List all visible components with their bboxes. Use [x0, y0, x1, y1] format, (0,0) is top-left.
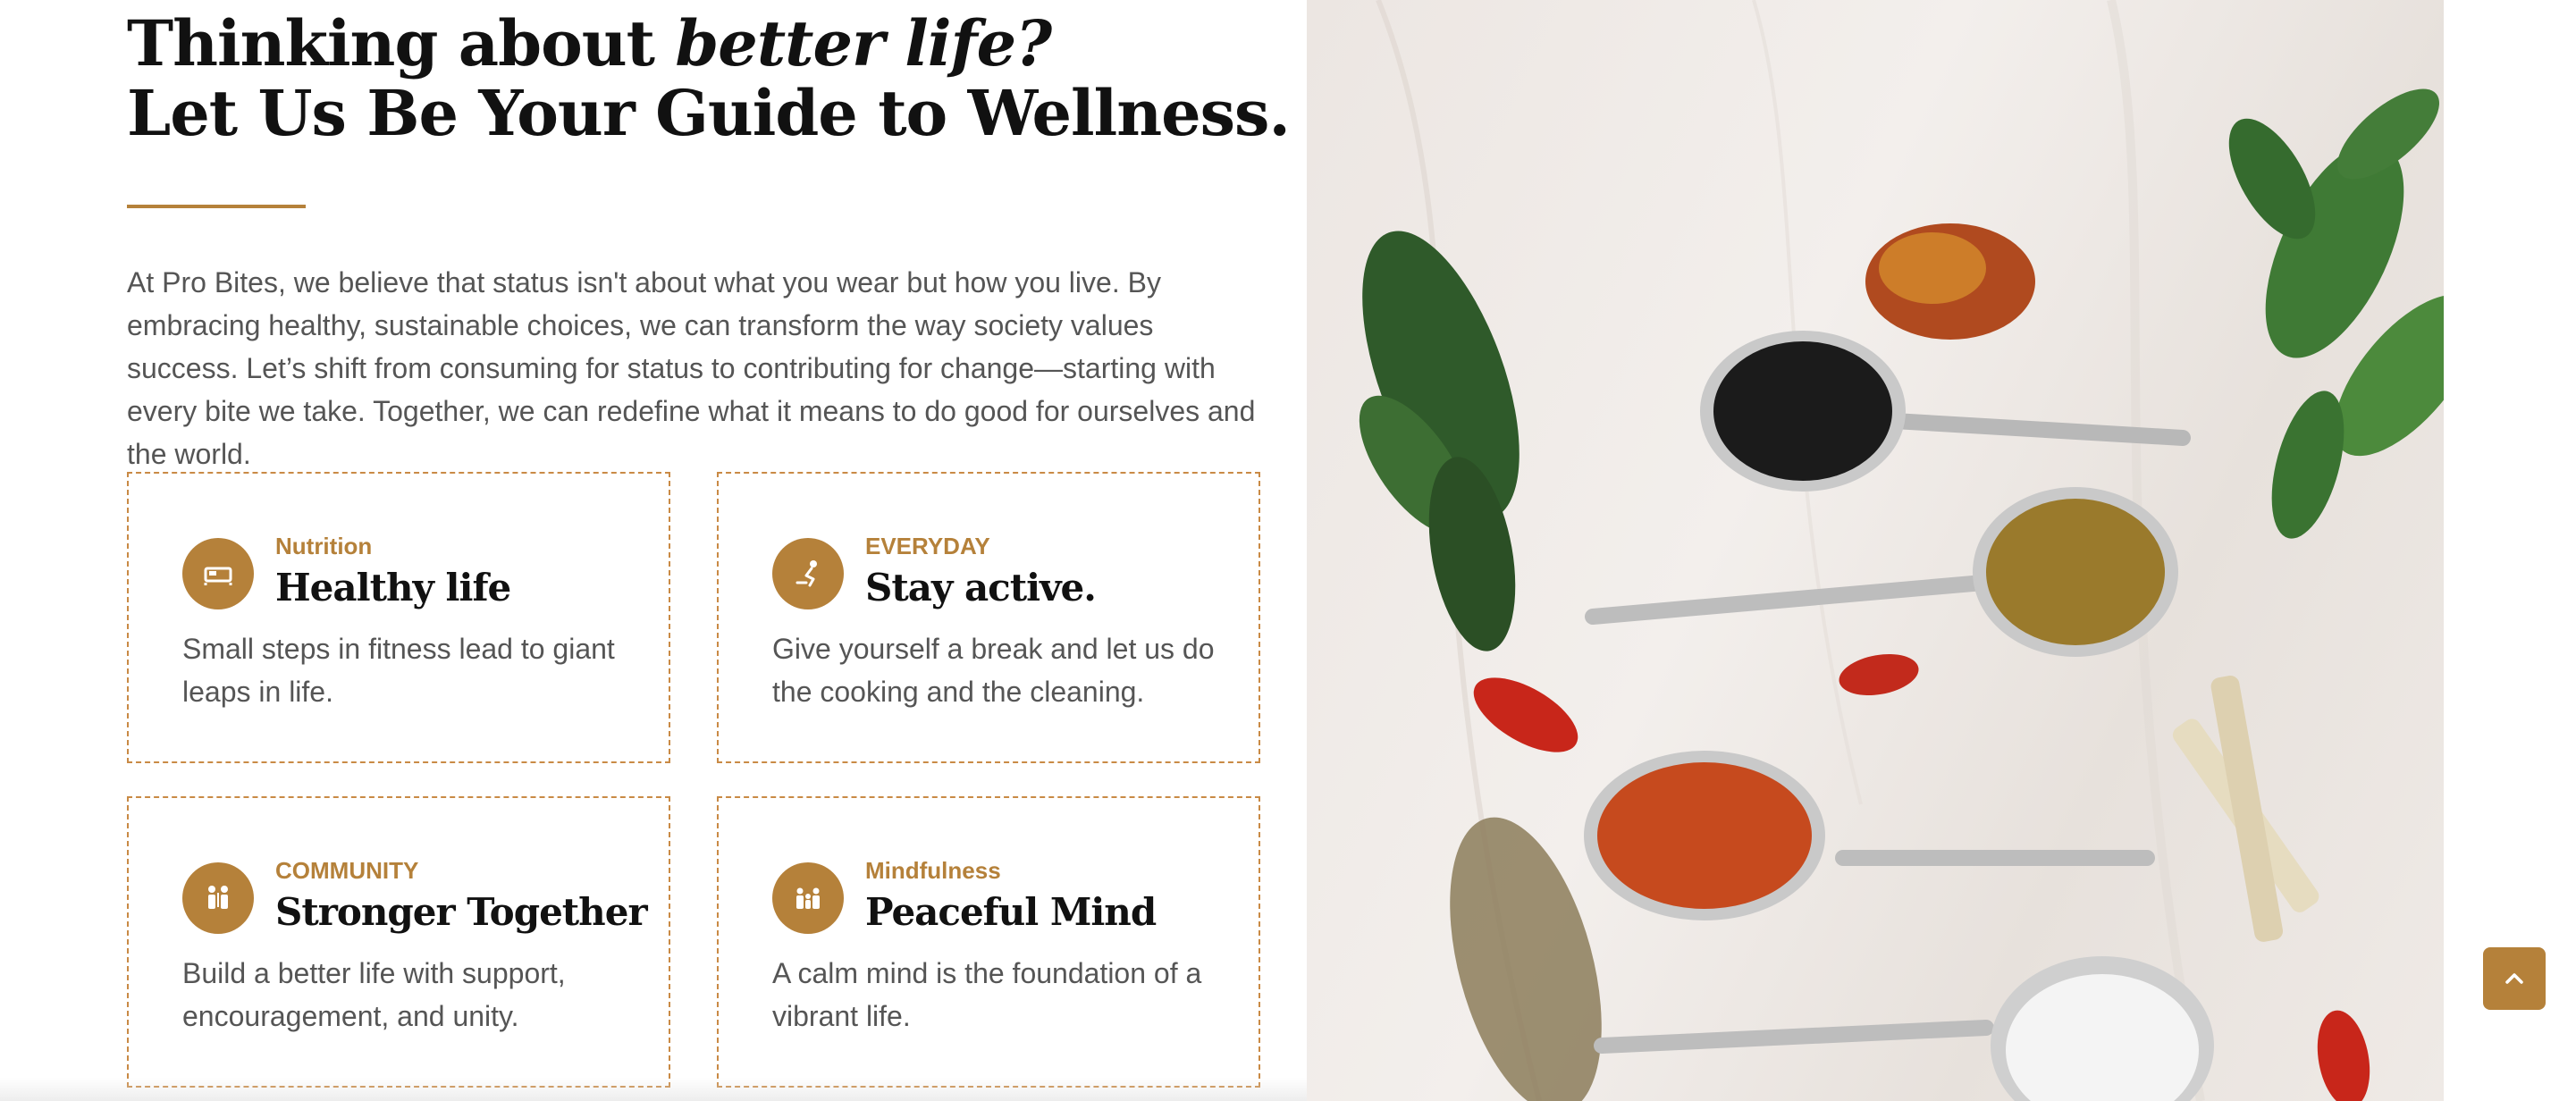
heading-italic: better life? [675, 6, 1052, 80]
card-kicker: Nutrition [275, 533, 373, 559]
scroll-to-top-button[interactable] [2483, 947, 2546, 1010]
section-heading: Thinking about better life? Let Us Be Yo… [127, 6, 1291, 150]
heading-plain: Thinking about [127, 6, 676, 80]
bed-icon [182, 538, 254, 609]
card-title: Healthy life [275, 566, 511, 609]
card-title: Stronger Together [275, 890, 648, 934]
chevron-up-icon [2505, 973, 2523, 984]
exercise-icon [772, 538, 844, 609]
card-title: Peaceful Mind [865, 890, 1157, 934]
card-description: Small steps in fitness lead to giant lea… [182, 633, 615, 708]
card-kicker: COMMUNITY [275, 857, 419, 884]
people-icon [182, 862, 254, 934]
heading-line-2: Let Us Be Your Guide to Wellness. [127, 76, 1291, 150]
feature-card-community: COMMUNITY Stronger Together Build a bett… [127, 796, 670, 1088]
card-description: A calm mind is the foundation of a vibra… [772, 957, 1202, 1032]
feature-card-nutrition: Nutrition Healthy life Small steps in fi… [127, 472, 670, 763]
card-kicker: Mindfulness [865, 857, 1001, 884]
card-title: Stay active. [865, 566, 1097, 609]
family-icon [772, 862, 844, 934]
feature-card-everyday: EVERYDAY Stay active. Give yourself a br… [717, 472, 1260, 763]
spices-photo [1307, 0, 2444, 1101]
intro-paragraph: At Pro Bites, we believe that status isn… [127, 266, 1256, 470]
card-description: Give yourself a break and let us do the … [772, 633, 1215, 708]
feature-card-mindfulness: Mindfulness Peaceful Mind A calm mind is… [717, 796, 1260, 1088]
bottom-shadow [0, 1078, 1307, 1101]
card-kicker: EVERYDAY [865, 533, 990, 559]
heading-divider [127, 205, 306, 208]
card-description: Build a better life with support, encour… [182, 957, 566, 1032]
